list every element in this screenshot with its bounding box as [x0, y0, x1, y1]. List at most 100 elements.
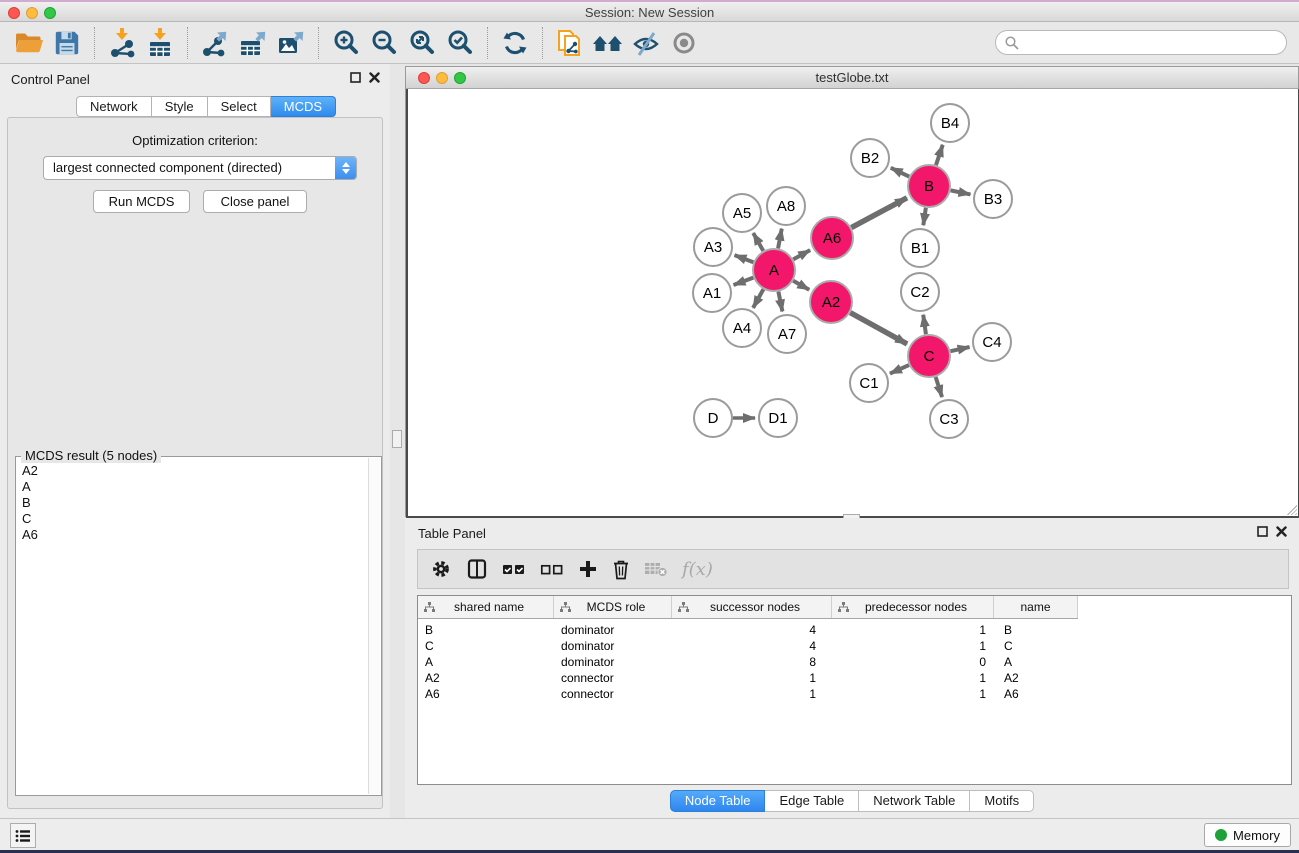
run-mcds-button[interactable]: Run MCDS — [93, 190, 190, 213]
deselect-all-icon[interactable] — [540, 560, 564, 578]
edge-A-A7[interactable] — [778, 292, 782, 312]
edge-A-A5[interactable] — [753, 233, 763, 251]
node-A7[interactable]: A7 — [768, 315, 806, 353]
node-A6[interactable]: A6 — [811, 217, 853, 259]
select-all-icon[interactable] — [502, 560, 526, 578]
node-C1[interactable]: C1 — [850, 364, 888, 402]
close-panel-icon[interactable] — [1276, 526, 1287, 537]
import-network-button[interactable] — [103, 25, 141, 61]
list-scrollbar[interactable] — [368, 458, 380, 794]
node-D[interactable]: D — [694, 399, 732, 437]
edge-B-B2[interactable] — [891, 168, 909, 177]
tab-mcds[interactable]: MCDS — [271, 96, 336, 117]
list-item[interactable]: C — [22, 511, 367, 527]
search-field[interactable] — [995, 30, 1287, 55]
add-column-icon[interactable] — [578, 559, 598, 579]
list-item[interactable]: A6 — [22, 527, 367, 543]
node-A5[interactable]: A5 — [723, 194, 761, 232]
memory-button[interactable]: Memory — [1204, 823, 1291, 847]
function-builder-icon[interactable]: f(x) — [682, 559, 713, 580]
network-window-titlebar[interactable]: testGlobe.txt — [406, 67, 1298, 89]
edge-C-C4[interactable] — [950, 347, 969, 351]
criterion-select[interactable]: largest connected component (directed) — [43, 156, 357, 180]
network-graph[interactable]: AA1A2A3A4A5A6A7A8BB1B2B3B4CC1C2C3C4DD1 — [408, 89, 1298, 514]
close-panel-button[interactable]: Close panel — [203, 190, 307, 213]
column-header-predecessor-nodes[interactable]: predecessor nodes — [832, 596, 994, 618]
tab-edge-table[interactable]: Edge Table — [765, 790, 859, 812]
edge-A-A8[interactable] — [778, 229, 782, 249]
node-A8[interactable]: A8 — [767, 187, 805, 225]
home-layout-button[interactable] — [589, 25, 627, 61]
tab-select[interactable]: Select — [208, 96, 271, 117]
node-C2[interactable]: C2 — [901, 273, 939, 311]
node-A2[interactable]: A2 — [810, 281, 852, 323]
node-C[interactable]: C — [908, 335, 950, 377]
node-B[interactable]: B — [908, 165, 950, 207]
network-canvas[interactable]: AA1A2A3A4A5A6A7A8BB1B2B3B4CC1C2C3C4DD1 — [406, 89, 1299, 518]
node-B3[interactable]: B3 — [974, 180, 1012, 218]
close-panel-icon[interactable] — [369, 72, 380, 83]
float-panel-icon[interactable] — [350, 72, 361, 83]
node-A3[interactable]: A3 — [694, 228, 732, 266]
delete-column-icon[interactable] — [612, 559, 630, 580]
edge-A6-B[interactable] — [851, 198, 907, 228]
node-A4[interactable]: A4 — [723, 309, 761, 347]
list-item[interactable]: A2 — [22, 463, 367, 479]
edge-A-A1[interactable] — [734, 278, 754, 285]
node-C3[interactable]: C3 — [930, 400, 968, 438]
tab-style[interactable]: Style — [152, 96, 208, 117]
edge-C-C1[interactable] — [890, 365, 909, 374]
edge-B-B3[interactable] — [951, 190, 971, 194]
export-table-button[interactable] — [234, 25, 272, 61]
search-input[interactable] — [1020, 33, 1286, 53]
split-view-icon[interactable] — [466, 558, 488, 580]
tab-motifs[interactable]: Motifs — [970, 790, 1034, 812]
column-header-shared-name[interactable]: shared name — [418, 596, 554, 618]
table-row[interactable]: B dominator 4 1 B — [418, 623, 1078, 639]
column-header-mcds-role[interactable]: MCDS role — [554, 596, 672, 618]
export-network-button[interactable] — [196, 25, 234, 61]
node-A[interactable]: A — [753, 249, 795, 291]
node-A1[interactable]: A1 — [693, 274, 731, 312]
node-table[interactable]: shared name MCDS role successor nodes pr… — [417, 595, 1292, 785]
vertical-splitter-handle[interactable] — [392, 430, 402, 448]
resize-grip[interactable] — [1285, 503, 1297, 515]
edge-B-B4[interactable] — [936, 145, 943, 165]
edge-A-A4[interactable] — [753, 289, 763, 308]
import-table-button[interactable] — [141, 25, 179, 61]
tab-node-table[interactable]: Node Table — [670, 790, 766, 812]
table-row[interactable]: A dominator 8 0 A — [418, 655, 1078, 671]
refresh-button[interactable] — [496, 25, 534, 61]
list-item[interactable]: A — [22, 479, 367, 495]
table-row[interactable]: C dominator 4 1 C — [418, 639, 1078, 655]
tab-network-table[interactable]: Network Table — [859, 790, 970, 812]
edge-B-B1[interactable] — [923, 208, 926, 225]
edge-A-A2[interactable] — [793, 281, 809, 290]
edge-C-C2[interactable] — [923, 315, 926, 334]
export-image-button[interactable] — [272, 25, 310, 61]
save-session-button[interactable] — [48, 25, 86, 61]
edge-A2-C[interactable] — [850, 313, 907, 344]
node-B2[interactable]: B2 — [851, 139, 889, 177]
column-header-name[interactable]: name — [994, 596, 1078, 618]
open-session-button[interactable] — [10, 25, 48, 61]
node-B1[interactable]: B1 — [901, 229, 939, 267]
zoom-selected-button[interactable] — [441, 25, 479, 61]
gear-icon[interactable] — [430, 558, 452, 580]
show-panels-button[interactable] — [10, 823, 36, 848]
tab-network[interactable]: Network — [76, 96, 152, 117]
column-header-successor-nodes[interactable]: successor nodes — [672, 596, 832, 618]
edge-A-A3[interactable] — [735, 255, 754, 262]
node-B4[interactable]: B4 — [931, 104, 969, 142]
table-row[interactable]: A2 connector 1 1 A2 — [418, 671, 1078, 687]
duplicate-network-button[interactable] — [551, 25, 589, 61]
list-item[interactable]: B — [22, 495, 367, 511]
delete-table-icon[interactable] — [644, 560, 668, 578]
hide-details-button[interactable] — [627, 25, 665, 61]
edge-C-C3[interactable] — [936, 377, 942, 397]
mcds-result-list[interactable]: A2 A B C A6 — [18, 463, 367, 793]
table-row[interactable]: A6 connector 1 1 A6 — [418, 687, 1078, 703]
zoom-in-button[interactable] — [327, 25, 365, 61]
edge-A-A6[interactable] — [793, 250, 810, 259]
node-D1[interactable]: D1 — [759, 399, 797, 437]
